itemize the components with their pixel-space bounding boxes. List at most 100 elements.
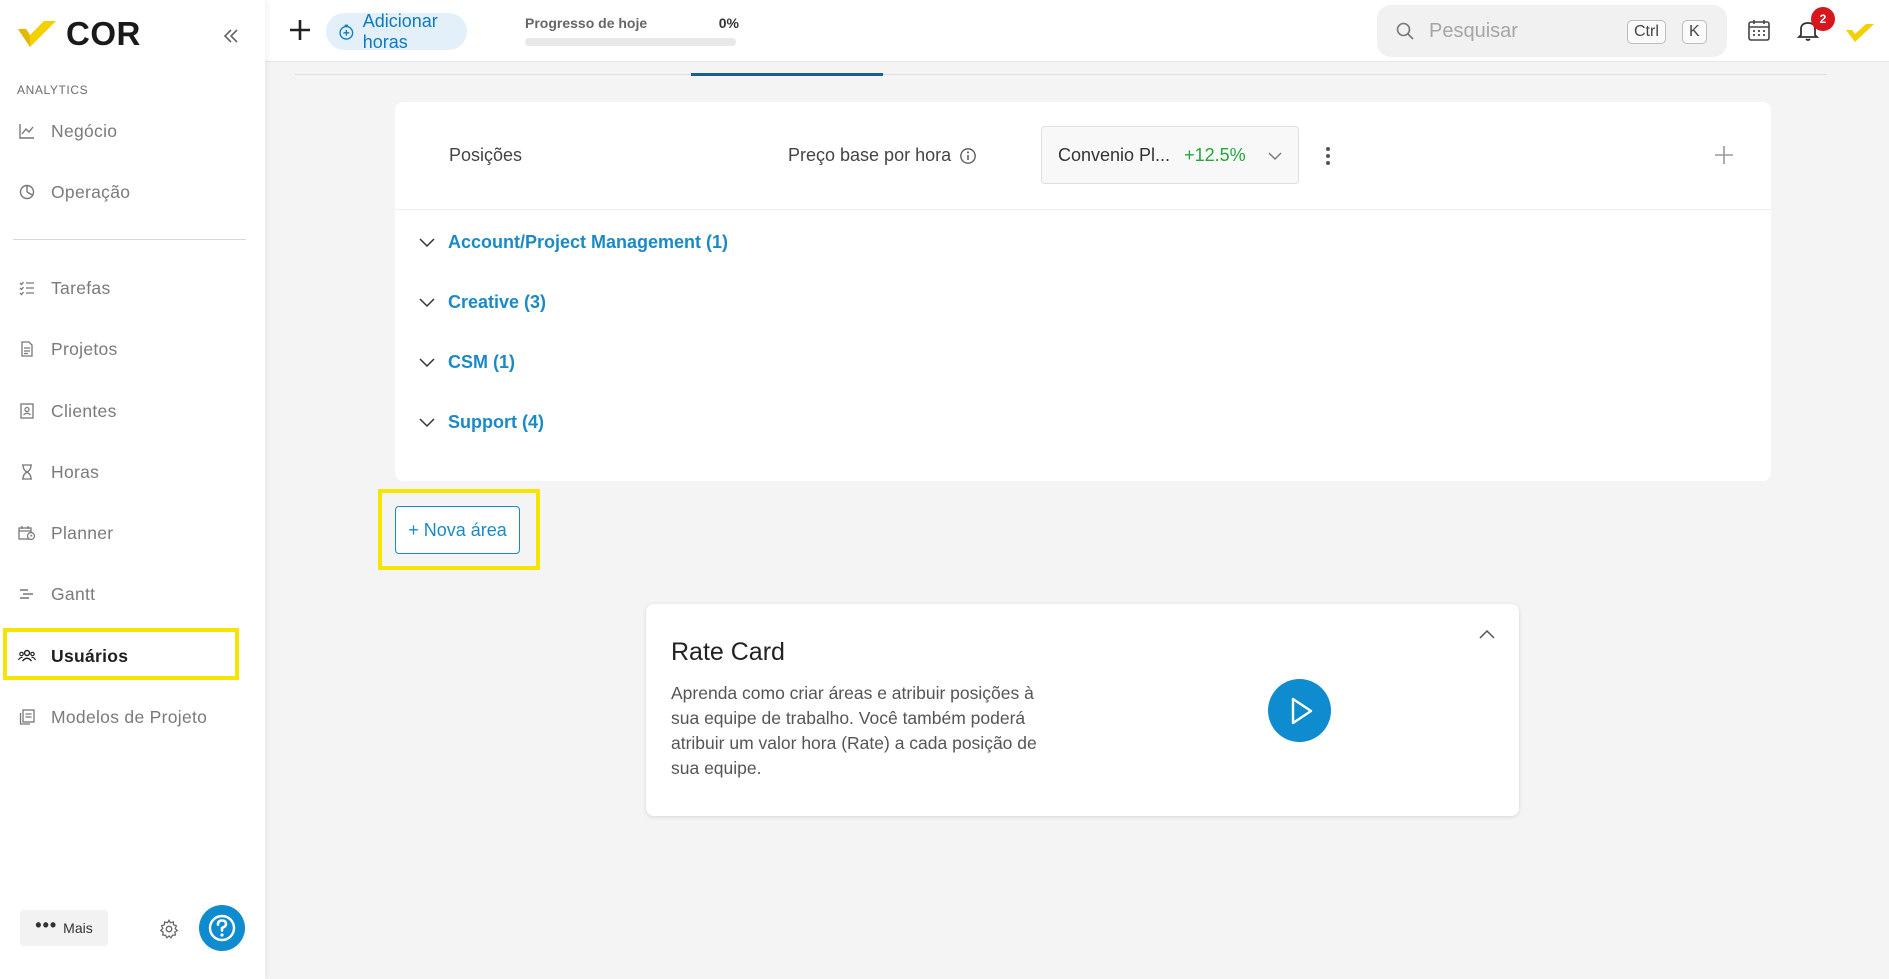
add-time-icon [339, 24, 354, 40]
new-area-button[interactable]: + Nova área [395, 506, 520, 554]
hourglass-icon [17, 462, 37, 482]
sidebar-item-operacao[interactable]: Operação [17, 172, 237, 212]
sidebar-section-analytics: ANALYTICS [17, 83, 89, 97]
chevron-up-icon [1479, 629, 1495, 639]
search-input[interactable] [1429, 19, 1619, 43]
sidebar-item-label: Tarefas [51, 277, 111, 298]
search-icon [1396, 22, 1414, 40]
cor-logo-icon [18, 21, 56, 47]
daily-progress-bar [525, 38, 736, 46]
nova-area-highlight-frame: + Nova área [378, 489, 540, 570]
rate-agreement-select[interactable]: Convenio Pl... +12.5% [1041, 126, 1299, 184]
sidebar-item-projetos[interactable]: Projetos [17, 329, 237, 369]
base-price-label: Preço base por hora [788, 145, 952, 165]
sidebar-item-label: Clientes [51, 400, 117, 421]
plus-icon [1715, 146, 1733, 164]
sidebar-item-label: Gantt [51, 583, 96, 604]
column-header-positions: Posições [449, 145, 523, 165]
pie-chart-icon [17, 182, 37, 202]
sidebar-item-planner[interactable]: Planner [17, 513, 237, 553]
sidebar-item-label: Horas [51, 461, 100, 482]
plus-icon [290, 20, 310, 40]
area-group-account-project-management[interactable]: Account/Project Management (1) [417, 226, 728, 258]
sidebar-item-label: Projetos [51, 338, 118, 359]
column-header-base-price: Preço base por hora [788, 145, 977, 166]
brand-name: COR [66, 15, 141, 52]
rate-agreement-percentage: +12.5% [1184, 144, 1246, 165]
sidebar-item-usuarios[interactable]: Usuários [17, 636, 237, 676]
add-hours-label: Adicionar horas [362, 10, 438, 52]
chevron-down-icon [419, 418, 435, 428]
area-group-label: CSM (1) [448, 351, 515, 372]
document-icon [17, 339, 37, 359]
main-content: Posições Preço base por hora Convenio Pl… [265, 62, 1889, 979]
settings-button[interactable] [158, 918, 182, 942]
play-video-button[interactable] [1268, 679, 1331, 742]
kebab-menu-icon [1326, 147, 1330, 165]
sidebar-item-negocio[interactable]: Negócio [17, 111, 237, 151]
account-logo-button[interactable] [1845, 22, 1875, 49]
sidebar-item-label: Planner [51, 522, 114, 543]
topbar: Adicionar horas Progresso de hoje 0% Ctr… [265, 0, 1889, 62]
sidebar-item-label: Negócio [51, 120, 118, 141]
sidebar-divider [13, 239, 246, 240]
rate-agreement-value: Convenio Pl... [1058, 144, 1171, 165]
sidebar-item-modelos-de-projeto[interactable]: Modelos de Projeto [17, 697, 237, 737]
play-icon [1291, 697, 1312, 724]
sidebar-item-label: Usuários [51, 645, 129, 666]
area-group-csm[interactable]: CSM (1) [417, 346, 515, 378]
area-group-support[interactable]: Support (4) [417, 406, 544, 438]
sidebar: COR ANALYTICS Negócio Operação Tarefas P… [0, 0, 265, 979]
sidebar-item-label: Operação [51, 181, 131, 202]
quick-create-button[interactable] [287, 17, 313, 43]
calendar-clock-icon [17, 523, 37, 543]
help-button[interactable] [199, 905, 245, 951]
double-chevron-left-icon [223, 29, 238, 43]
active-tab-indicator [691, 73, 883, 76]
info-icon[interactable] [959, 147, 977, 165]
sidebar-item-tarefas[interactable]: Tarefas [17, 268, 237, 308]
sidebar-item-gantt[interactable]: Gantt [17, 574, 237, 614]
positions-card: Posições Preço base por hora Convenio Pl… [395, 102, 1771, 481]
calendar-icon [1748, 20, 1770, 41]
question-mark-icon [208, 914, 236, 942]
cor-mark-icon [1846, 24, 1874, 42]
add-hours-button[interactable]: Adicionar horas [326, 10, 467, 52]
contact-card-icon [17, 401, 37, 421]
column-options-button[interactable] [1319, 144, 1337, 168]
gear-icon [159, 919, 179, 939]
tabs-underline [295, 74, 1827, 75]
gantt-icon [17, 584, 37, 604]
area-group-label: Creative (3) [448, 291, 547, 312]
positions-table-header: Posições Preço base por hora Convenio Pl… [395, 102, 1771, 210]
chart-line-icon [17, 121, 37, 141]
rate-card-tutorial: Rate Card Aprenda como criar áreas e atr… [646, 604, 1519, 816]
sidebar-item-clientes[interactable]: Clientes [17, 391, 237, 431]
templates-icon [17, 707, 37, 727]
sidebar-item-label: Modelos de Projeto [51, 706, 208, 727]
chevron-down-icon [419, 358, 435, 368]
more-button-label: Mais [63, 920, 93, 936]
collapse-sidebar-button[interactable] [219, 24, 243, 48]
add-column-button[interactable] [1713, 144, 1735, 166]
sidebar-item-horas[interactable]: Horas [17, 452, 237, 492]
cor-logo[interactable]: COR [16, 14, 141, 54]
daily-progress-value: 0% [718, 15, 739, 31]
checklist-icon [17, 278, 37, 298]
chevron-down-icon [1268, 152, 1282, 160]
calendar-button[interactable] [1747, 18, 1773, 44]
users-icon [17, 646, 37, 666]
search-box[interactable]: Ctrl K [1377, 5, 1727, 57]
shortcut-key-ctrl: Ctrl [1627, 20, 1666, 44]
ellipsis-icon: ••• [35, 914, 58, 935]
more-button[interactable]: ••• Mais [20, 910, 108, 946]
app-root: COR ANALYTICS Negócio Operação Tarefas P… [0, 0, 1889, 979]
rate-card-title: Rate Card [671, 638, 785, 666]
rate-card-collapse-button[interactable] [1476, 624, 1498, 646]
chevron-down-icon [419, 238, 435, 248]
chevron-down-icon [419, 298, 435, 308]
shortcut-key-k: K [1682, 20, 1707, 44]
daily-progress-label: Progresso de hoje [525, 15, 648, 31]
area-group-creative[interactable]: Creative (3) [417, 286, 546, 318]
area-group-label: Account/Project Management (1) [448, 231, 729, 252]
